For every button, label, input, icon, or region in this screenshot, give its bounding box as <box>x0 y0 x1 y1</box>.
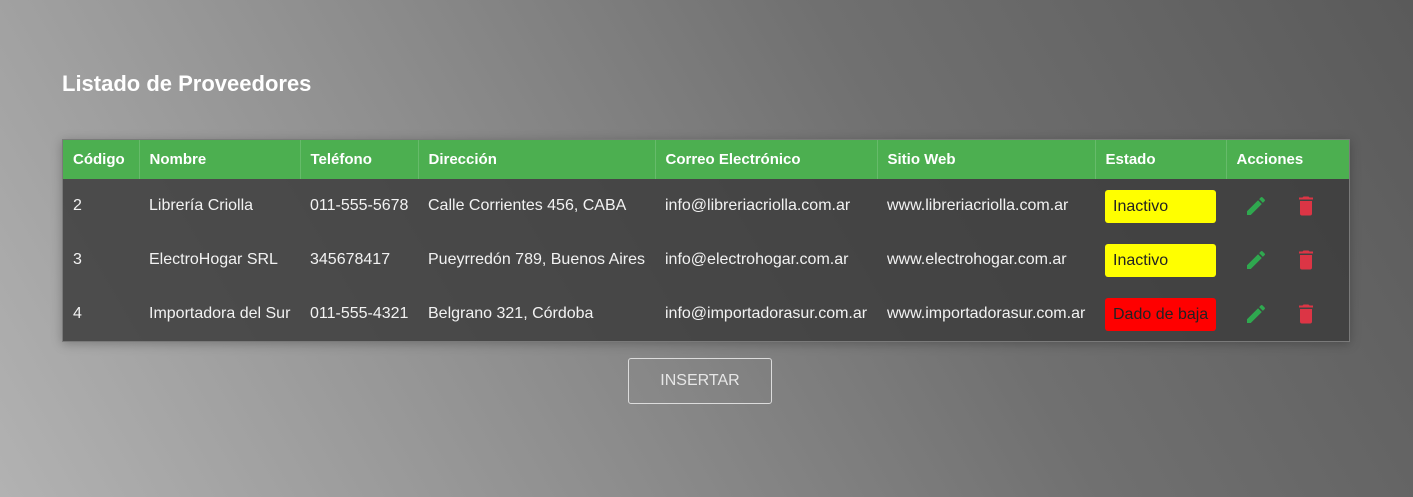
cell-telefono: 345678417 <box>310 251 391 268</box>
header-telefono: Teléfono <box>300 140 419 179</box>
cell-acciones <box>1226 179 1349 233</box>
header-sitio-web: Sitio Web <box>877 140 1096 179</box>
pencil-icon[interactable] <box>1244 248 1268 272</box>
cell-correo: info@libreriacriolla.com.ar <box>665 197 851 214</box>
cell-telefono: 011-555-4321 <box>310 305 409 322</box>
cell-estado: Inactivo <box>1095 233 1226 287</box>
table-row: 2 Librería Criolla 011-555-5678 Calle Co… <box>63 179 1349 233</box>
cell-direccion: Calle Corrientes 456, CABA <box>428 197 627 214</box>
header-acciones: Acciones <box>1236 151 1304 168</box>
cell-sitio-web: www.electrohogar.com.ar <box>887 251 1067 268</box>
header-correo: Correo Electrónico <box>655 140 878 179</box>
suppliers-table: Código Nombre Teléfono Dirección Correo … <box>63 140 1349 341</box>
cell-correo: info@importadorasur.com.ar <box>665 305 868 322</box>
cell-estado: Dado de baja <box>1095 287 1226 341</box>
header-estado: Estado <box>1095 140 1227 179</box>
cell-acciones <box>1226 233 1349 287</box>
cell-nombre: Importadora del Sur <box>149 305 291 322</box>
status-badge: Inactivo <box>1105 189 1216 223</box>
page-title: Listado de Proveedores <box>62 71 312 96</box>
cell-nombre: ElectroHogar SRL <box>149 251 278 268</box>
cell-telefono: 011-555-5678 <box>310 197 409 214</box>
cell-acciones <box>1226 287 1349 341</box>
cell-direccion: Belgrano 321, Córdoba <box>428 305 594 322</box>
trash-icon[interactable] <box>1294 194 1318 218</box>
cell-estado: Inactivo <box>1095 179 1226 233</box>
header-codigo: Código <box>63 140 140 179</box>
cell-direccion: Pueyrredón 789, Buenos Aires <box>428 251 646 268</box>
header-direccion: Dirección <box>418 140 656 179</box>
suppliers-table-container: Código Nombre Teléfono Dirección Correo … <box>62 139 1350 342</box>
table-row: 4 Importadora del Sur 011-555-4321 Belgr… <box>63 287 1349 341</box>
cell-codigo: 2 <box>73 197 82 214</box>
cell-codigo: 3 <box>73 251 82 268</box>
trash-icon[interactable] <box>1294 248 1318 272</box>
trash-icon[interactable] <box>1294 302 1318 326</box>
insert-button[interactable]: INSERTAR <box>628 358 772 404</box>
table-header-row: Código Nombre Teléfono Dirección Correo … <box>63 140 1349 179</box>
table-row: 3 ElectroHogar SRL 345678417 Pueyrredón … <box>63 233 1349 287</box>
header-nombre: Nombre <box>139 140 301 179</box>
status-badge: Inactivo <box>1105 243 1216 277</box>
pencil-icon[interactable] <box>1244 194 1268 218</box>
cell-sitio-web: www.libreriacriolla.com.ar <box>887 197 1069 214</box>
status-badge: Dado de baja <box>1105 297 1216 331</box>
cell-sitio-web: www.importadorasur.com.ar <box>887 305 1086 322</box>
cell-codigo: 4 <box>73 305 82 322</box>
pencil-icon[interactable] <box>1244 302 1268 326</box>
cell-nombre: Librería Criolla <box>149 197 254 214</box>
cell-correo: info@electrohogar.com.ar <box>665 251 849 268</box>
